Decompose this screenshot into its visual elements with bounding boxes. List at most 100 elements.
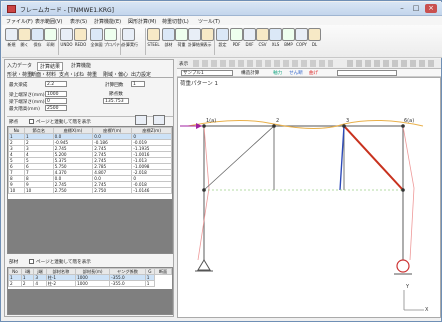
toolbar-button-3[interactable]: 印刷 (44, 27, 57, 56)
toolbar-button-16[interactable]: DXF (243, 27, 256, 56)
menu-tools[interactable]: ツール(T) (198, 18, 220, 25)
toolbar-button-12[interactable]: 計算結果 (188, 27, 204, 56)
toolbar-icon-12 (188, 28, 201, 41)
toolbar-button-0[interactable]: 新規 (5, 27, 18, 56)
tab-input-data[interactable]: 入力データ (7, 62, 32, 69)
table-cell[interactable]: 4 (33, 280, 47, 287)
toolbar-label-13: 表示 (203, 42, 212, 47)
toolbar-button-19[interactable]: BMP (282, 27, 295, 56)
table-cell[interactable]: -355.0 (109, 280, 146, 287)
toolbar-button-6[interactable]: 全体図 (90, 27, 103, 56)
view-buttons-strip[interactable] (193, 60, 333, 67)
toolbar-separator (214, 28, 215, 55)
subtab-output[interactable]: 出力設定 (131, 71, 151, 78)
menu-view-range[interactable]: 表示範囲(V) (35, 18, 62, 25)
toolbar-button-21[interactable]: DL (308, 27, 321, 56)
node-row[interactable]: 10 10 2.750 2.750 -1.0146 (8, 187, 172, 194)
table-cell[interactable]: 1 (144, 280, 156, 287)
table-cell[interactable]: -1.0146 (131, 187, 172, 194)
toolbar-label-2: 保存 (33, 42, 42, 47)
count-label: 計算回数 (105, 83, 124, 88)
toolbar-button-17[interactable]: CSV (256, 27, 269, 56)
menu-bar: ファイル(F) 表示範囲(V) 表示(S) 計算機能(E) 図形計算(M) 荷重… (2, 16, 442, 25)
tool-buttons-strip[interactable] (347, 60, 437, 67)
member-row[interactable]: 2 2 4 柱-2 1000 -355.0 1 (8, 280, 172, 287)
view-toolbar: 表示 (177, 59, 441, 69)
window-title: フレームカード - [TNMWE1.KRG] (20, 7, 115, 14)
toolbar-icon-16 (243, 28, 256, 41)
param-field-0[interactable]: 2.2 (45, 81, 67, 87)
page-select[interactable]: サンプル1 (181, 70, 233, 76)
legend-moment: 曲げ (309, 71, 319, 76)
toolbar-button-2[interactable]: 保存 (31, 27, 44, 56)
table-cell[interactable]: 2.750 (92, 187, 133, 194)
menu-view[interactable]: 表示(S) (70, 18, 87, 25)
table-cell[interactable]: 10 (8, 187, 25, 194)
subtab-rigid[interactable]: 剛域・偏心 (103, 71, 128, 78)
member-link-checkbox[interactable] (29, 259, 34, 264)
toolbar-button-15[interactable]: PDF (230, 27, 243, 56)
node-label-6: 6(a) (404, 118, 415, 124)
toolbar-button-13[interactable]: 表示 (201, 27, 214, 56)
app-window: フレームカード - [TNMWE1.KRG] – □ × ファイル(F) 表示範… (0, 0, 442, 322)
delete-row-button[interactable] (153, 115, 165, 125)
total-value-field[interactable]: 135.753 (103, 98, 129, 104)
subtab-load[interactable]: 荷重 (87, 71, 97, 78)
param-field-2[interactable]: 0 (45, 98, 67, 104)
toolbar-label-7: プロパティ (104, 42, 124, 47)
toolbar-icon-6 (90, 28, 103, 41)
toolbar-icon-0 (5, 28, 18, 41)
toolbar-button-8[interactable]: 計算実行 (122, 27, 138, 56)
toolbar-label-16: DXF (245, 42, 254, 47)
add-row-button[interactable] (135, 115, 147, 125)
minimize-button[interactable]: – (396, 4, 408, 13)
moment-curve (187, 119, 424, 129)
table-cell[interactable]: 1000 (75, 280, 111, 287)
empty-member-area (8, 289, 172, 314)
toolbar-label-14: 設定 (218, 42, 227, 47)
column-header[interactable]: 断面 (154, 268, 172, 275)
toolbar-label-11: 荷重 (177, 42, 186, 47)
menu-file[interactable]: ファイル(F) (6, 18, 33, 25)
toolbar-button-18[interactable]: XLS (269, 27, 282, 56)
toolbar-button-1[interactable]: 開く (18, 27, 31, 56)
sub-tabs: 形状・荷重 断面・材料 支点・ばね 荷重 剛域・偏心 出力設定 (7, 70, 173, 78)
close-button[interactable]: × (425, 4, 437, 13)
subtab-shape[interactable]: 形状・荷重 (7, 71, 32, 78)
toolbar-label-4: UNDO (60, 42, 73, 47)
subtab-section[interactable]: 断面・材料 (31, 71, 56, 78)
param-field-1[interactable]: 1000 (45, 91, 67, 97)
toolbar: 新規 開く 保存 印刷 UNDO REDO 全体図 プロパティ 計算実行 STEEL 部材 荷重 計算結… (2, 25, 442, 58)
toolbar-button-4[interactable]: UNDO (60, 27, 73, 56)
toolbar-button-7[interactable]: プロパティ (104, 27, 124, 56)
toolbar-label-20: COPY (296, 42, 307, 47)
menu-calc[interactable]: 計算機能(E) (94, 18, 121, 25)
toolbar-button-20[interactable]: COPY (295, 27, 308, 56)
table-cell[interactable]: 10 (23, 187, 54, 194)
toolbar-label-19: BMP (284, 42, 293, 47)
toolbar-icon-18 (269, 28, 282, 41)
table-cell[interactable]: 2.750 (52, 187, 94, 194)
param-field-3[interactable]: 2500 (45, 105, 67, 111)
structure-canvas[interactable]: 荷重パターン 1 1(a) 2 3 6(a) Y X (177, 77, 441, 318)
axis-label-x: X (425, 307, 429, 313)
table-cell[interactable]: 2 (20, 280, 35, 287)
link-checkbox-label: ページと連動して階を表示 (36, 120, 91, 125)
toolbar-button-11[interactable]: 荷重 (175, 27, 188, 56)
link-checkbox[interactable] (29, 119, 34, 124)
toolbar-button-14[interactable]: 設定 (216, 27, 229, 56)
table-cell[interactable]: 2 (8, 280, 22, 287)
toolbar-icon-17 (256, 28, 269, 41)
toolbar-button-10[interactable]: 部材 (162, 27, 175, 56)
toolbar-icon-7 (104, 28, 117, 41)
toolbar-button-9[interactable]: STEEL (147, 27, 160, 56)
subtab-support[interactable]: 支点・ばね (59, 71, 84, 78)
result-select[interactable] (337, 70, 397, 76)
menu-shape[interactable]: 図形計算(M) (128, 18, 156, 25)
toolbar-button-5[interactable]: REDO (74, 27, 87, 56)
table-cell[interactable]: 柱-2 (45, 280, 77, 287)
maximize-button[interactable]: □ (410, 4, 422, 13)
count-field[interactable]: 1 (131, 81, 145, 87)
menu-load[interactable]: 荷重切替(L) (162, 18, 189, 25)
tab-calc-func[interactable]: 計算機能 (71, 62, 91, 69)
